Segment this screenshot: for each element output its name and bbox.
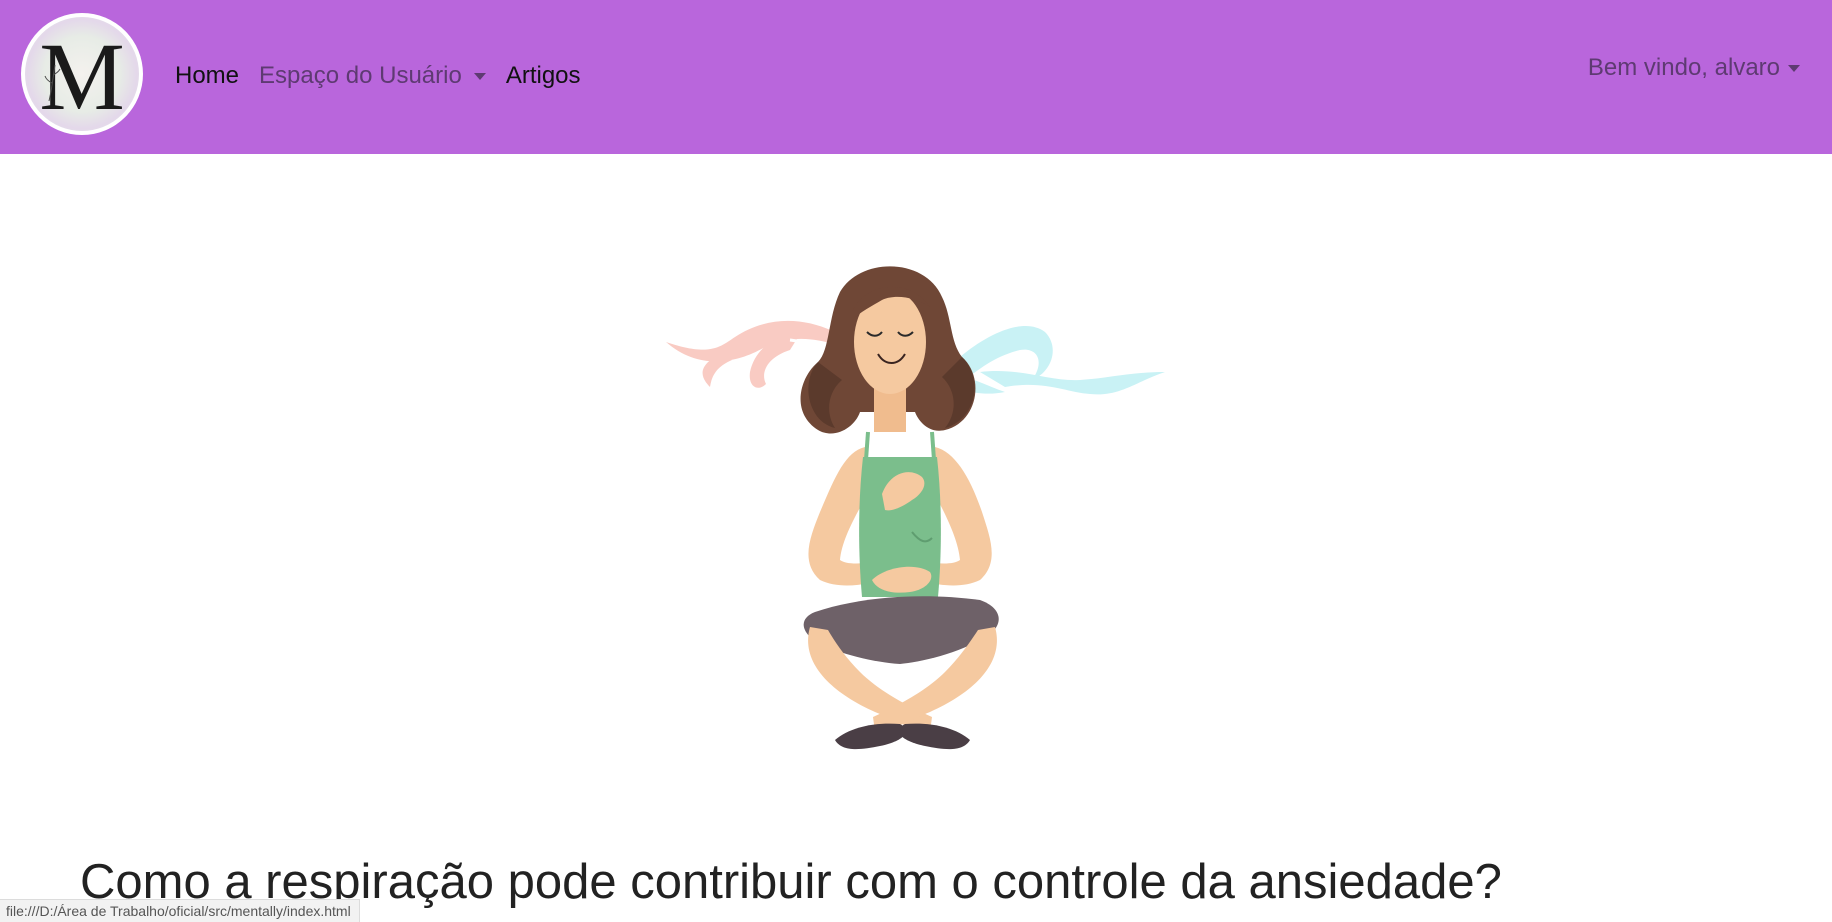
- nav-articles[interactable]: Artigos: [506, 60, 581, 92]
- user-greeting: Bem vindo, alvaro: [1587, 54, 1780, 81]
- nav-home[interactable]: Home: [175, 60, 239, 92]
- hero-illustration: [666, 266, 1165, 750]
- logo-letter: M: [39, 23, 124, 130]
- user-menu-dropdown[interactable]: Bem vindo, alvaro: [1588, 52, 1800, 84]
- brand-logo[interactable]: M: [19, 11, 145, 137]
- nav-user-space-dropdown[interactable]: Espaço do Usuário: [259, 60, 486, 92]
- nav-user-space-label: Espaço do Usuário: [259, 62, 462, 89]
- chevron-down-icon: [473, 73, 486, 81]
- top-navbar: M Home Espaço do Usuário Artigos Bem vin…: [0, 0, 1832, 154]
- chevron-down-icon: [1788, 65, 1800, 73]
- main-nav: Home Espaço do Usuário Artigos: [175, 60, 581, 92]
- breath-in-swirl: [948, 326, 1165, 395]
- browser-status-bar: file:///D:/Área de Trabalho/oficial/src/…: [0, 899, 360, 922]
